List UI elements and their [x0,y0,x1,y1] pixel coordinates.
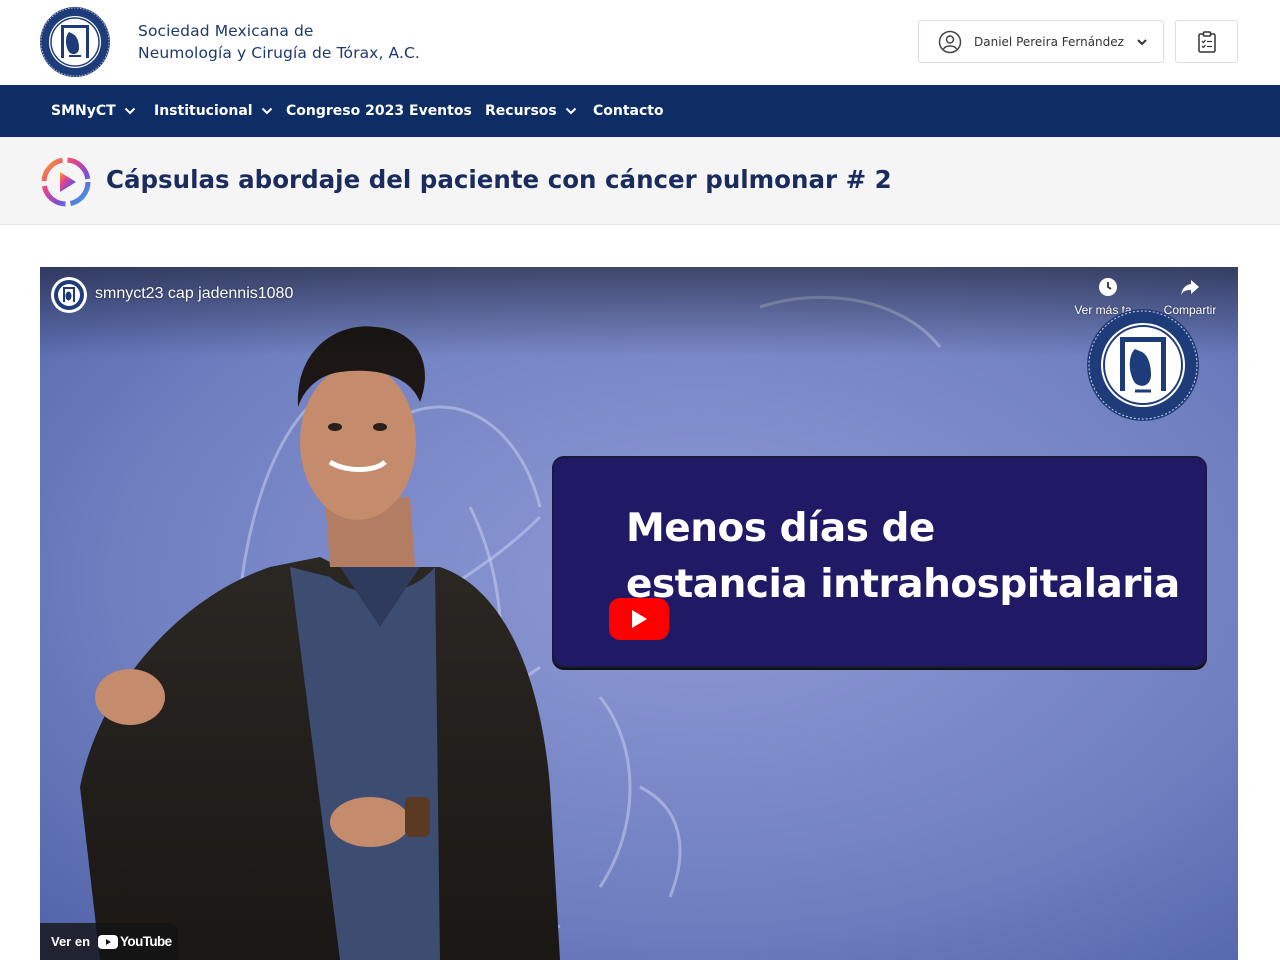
nav-item-institucional[interactable]: Institucional [154,85,273,137]
page-title-band: Cápsulas abordaje del paciente con cánce… [0,137,1280,225]
nav-item-congreso[interactable]: Congreso 2023 [286,85,404,137]
clock-icon [1099,278,1117,296]
organization-name[interactable]: Sociedad Mexicana de Neumología y Cirugí… [138,20,420,64]
main-navigation: SMNyCT Institucional Congreso 2023 Event… [0,85,1280,137]
nav-item-label: Eventos [409,103,472,119]
nav-item-label: Recursos [485,103,557,119]
youtube-logo: YouTube [98,934,172,949]
user-circle-icon [938,30,962,53]
watch-on-youtube-link[interactable]: Ver en YouTube [40,923,178,960]
user-name: Daniel Pereira Fernández [974,34,1124,49]
play-icon [632,610,647,628]
society-seal-watermark [1087,309,1199,421]
youtube-video-player[interactable]: smnyct23 cap jadennis1080 Ver más ta... … [40,267,1238,960]
play-button[interactable] [609,598,669,640]
nav-item-eventos[interactable]: Eventos [409,85,472,137]
clipboard-button[interactable] [1175,20,1238,63]
nav-item-label: Institucional [154,103,253,119]
nav-item-label: Contacto [593,103,664,119]
nav-item-contacto[interactable]: Contacto [593,85,664,137]
watch-on-label: Ver en [51,934,91,949]
youtube-wordmark: YouTube [120,934,172,949]
clipboard-checklist-icon [1197,30,1216,53]
nav-item-label: SMNyCT [51,103,116,119]
nav-item-recursos[interactable]: Recursos [485,85,577,137]
chevron-down-icon [124,107,135,115]
share-arrow-icon [1181,280,1199,295]
society-seal-logo [54,280,84,310]
society-seal-logo[interactable] [39,6,111,78]
channel-avatar[interactable] [51,277,87,313]
play-ring-icon [41,157,91,207]
nav-item-smnyct[interactable]: SMNyCT [51,85,136,137]
chevron-down-icon [1137,39,1147,46]
chevron-down-icon [565,107,576,115]
video-title[interactable]: smnyct23 cap jadennis1080 [95,285,293,303]
youtube-play-icon [98,934,119,949]
org-name-line2: Neumología y Cirugía de Tórax, A.C. [138,44,420,62]
chevron-down-icon [261,107,272,115]
video-top-overlay [40,267,1238,357]
nav-item-label: Congreso 2023 [286,103,405,119]
page-title: Cápsulas abordaje del paciente con cánce… [106,165,892,194]
site-header: Sociedad Mexicana de Neumología y Cirugí… [0,0,1280,85]
caption-line-1: Menos días de [626,506,935,551]
caption-line-2: estancia intrahospitalaria [626,562,1180,607]
user-menu-button[interactable]: Daniel Pereira Fernández [918,20,1164,63]
org-name-line1: Sociedad Mexicana de [138,22,314,40]
